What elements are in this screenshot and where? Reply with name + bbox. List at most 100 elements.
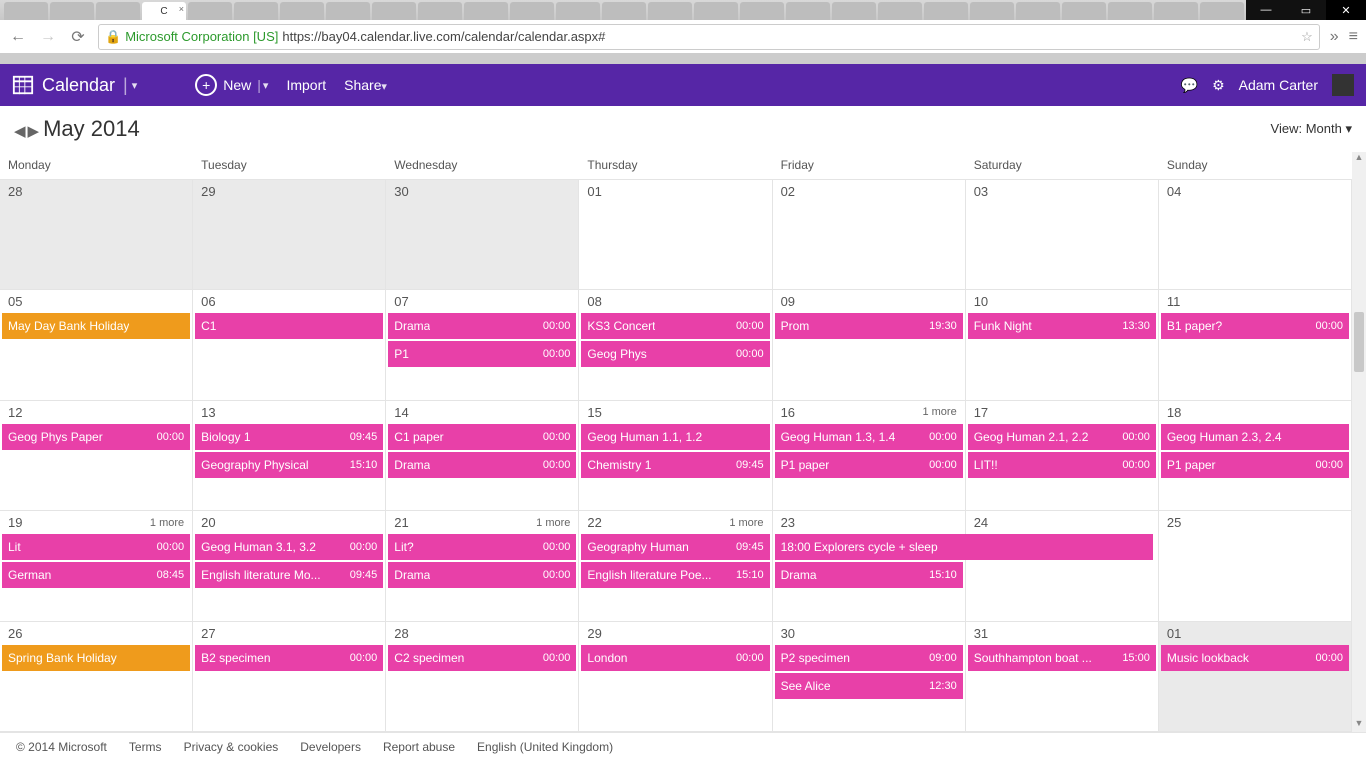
browser-tab[interactable]: [740, 2, 784, 20]
event[interactable]: C1: [195, 313, 383, 339]
chevron-down-icon[interactable]: ▾: [132, 79, 138, 92]
more-events-link[interactable]: 1 more: [150, 517, 184, 529]
calendar-cell[interactable]: 24: [966, 511, 1159, 621]
event[interactable]: Lit?00:00: [388, 534, 576, 560]
terms-link[interactable]: Terms: [129, 740, 162, 754]
event[interactable]: Geog Human 1.1, 1.2: [581, 424, 769, 450]
event[interactable]: P1 paper00:00: [775, 452, 963, 478]
event[interactable]: KS3 Concert00:00: [581, 313, 769, 339]
event[interactable]: P100:00: [388, 341, 576, 367]
calendar-cell[interactable]: 29: [193, 180, 386, 290]
calendar-cell[interactable]: 20Geog Human 3.1, 3.200:00English litera…: [193, 511, 386, 621]
calendar-cell[interactable]: 28: [0, 180, 193, 290]
developers-link[interactable]: Developers: [300, 740, 361, 754]
new-button[interactable]: + New | ▾: [195, 74, 268, 96]
event[interactable]: 18:00 Explorers cycle + sleep: [775, 534, 1153, 560]
browser-tab[interactable]: [694, 2, 738, 20]
calendar-cell[interactable]: 2318:00 Explorers cycle + sleepDrama15:1…: [773, 511, 966, 621]
event[interactable]: Drama00:00: [388, 452, 576, 478]
event[interactable]: Southhampton boat ...15:00: [968, 645, 1156, 671]
event[interactable]: Geog Human 2.3, 2.4: [1161, 424, 1349, 450]
user-name[interactable]: Adam Carter: [1239, 77, 1318, 93]
event[interactable]: P2 specimen09:00: [775, 645, 963, 671]
address-bar[interactable]: 🔒 Microsoft Corporation [US] https://bay…: [98, 24, 1320, 50]
forward-button[interactable]: →: [38, 27, 58, 47]
calendar-cell[interactable]: 14C1 paper00:00Drama00:00: [386, 401, 579, 511]
event[interactable]: Geography Human09:45: [581, 534, 769, 560]
vertical-scrollbar[interactable]: ▲ ▼: [1352, 152, 1366, 732]
chrome-menu-icon[interactable]: ≡: [1349, 28, 1358, 46]
calendar-cell[interactable]: 05May Day Bank Holiday: [0, 290, 193, 400]
back-button[interactable]: ←: [8, 27, 28, 47]
browser-tab[interactable]: [1016, 2, 1060, 20]
view-picker[interactable]: View: Month ▾: [1271, 121, 1352, 137]
calendar-cell[interactable]: 03: [966, 180, 1159, 290]
event[interactable]: Drama00:00: [388, 562, 576, 588]
bookmark-star-icon[interactable]: ☆: [1301, 29, 1313, 45]
browser-tab[interactable]: [96, 2, 140, 20]
browser-tab[interactable]: [556, 2, 600, 20]
close-button[interactable]: ✕: [1326, 0, 1366, 20]
calendar-cell[interactable]: 01Music lookback00:00: [1159, 622, 1352, 732]
browser-tab[interactable]: [786, 2, 830, 20]
scrollbar-thumb[interactable]: [1354, 312, 1364, 372]
event[interactable]: Chemistry 109:45: [581, 452, 769, 478]
browser-tab[interactable]: [1200, 2, 1244, 20]
next-month-button[interactable]: ▶: [28, 123, 40, 140]
privacy-link[interactable]: Privacy & cookies: [184, 740, 279, 754]
scroll-up-icon[interactable]: ▲: [1352, 152, 1366, 166]
calendar-cell[interactable]: 06C1: [193, 290, 386, 400]
calendar-cell[interactable]: 11B1 paper?00:00: [1159, 290, 1352, 400]
event[interactable]: Drama00:00: [388, 313, 576, 339]
browser-tab[interactable]: [648, 2, 692, 20]
event[interactable]: Prom19:30: [775, 313, 963, 339]
event[interactable]: English literature Poe...15:10: [581, 562, 769, 588]
event[interactable]: B1 paper?00:00: [1161, 313, 1349, 339]
import-button[interactable]: Import: [286, 77, 326, 93]
browser-tab[interactable]: [280, 2, 324, 20]
calendar-cell[interactable]: 27B2 specimen00:00: [193, 622, 386, 732]
calendar-cell[interactable]: 31Southhampton boat ...15:00: [966, 622, 1159, 732]
event[interactable]: Drama15:10: [775, 562, 963, 588]
browser-tab[interactable]: [4, 2, 48, 20]
chat-icon[interactable]: 💬: [1181, 77, 1198, 94]
event[interactable]: Geog Phys Paper00:00: [2, 424, 190, 450]
browser-tab[interactable]: [1062, 2, 1106, 20]
browser-tab[interactable]: [418, 2, 462, 20]
event[interactable]: Geog Human 1.3, 1.400:00: [775, 424, 963, 450]
calendar-cell[interactable]: 07Drama00:00P100:00: [386, 290, 579, 400]
event[interactable]: LIT!!00:00: [968, 452, 1156, 478]
browser-tab-active[interactable]: C ×: [142, 2, 186, 20]
browser-tab[interactable]: [326, 2, 370, 20]
browser-tab[interactable]: [602, 2, 646, 20]
app-title[interactable]: Calendar | ▾: [12, 74, 137, 96]
event[interactable]: Music lookback00:00: [1161, 645, 1349, 671]
event[interactable]: P1 paper00:00: [1161, 452, 1349, 478]
event[interactable]: C2 specimen00:00: [388, 645, 576, 671]
calendar-cell[interactable]: 30P2 specimen09:00See Alice12:30: [773, 622, 966, 732]
browser-tab[interactable]: [832, 2, 876, 20]
more-events-link[interactable]: 1 more: [922, 406, 956, 418]
browser-tab[interactable]: [50, 2, 94, 20]
browser-tab[interactable]: [510, 2, 554, 20]
calendar-cell[interactable]: 211 moreLit?00:00Drama00:00: [386, 511, 579, 621]
event[interactable]: Lit00:00: [2, 534, 190, 560]
scroll-down-icon[interactable]: ▼: [1352, 718, 1366, 732]
event[interactable]: Biology 109:45: [195, 424, 383, 450]
calendar-cell[interactable]: 15Geog Human 1.1, 1.2Chemistry 109:45: [579, 401, 772, 511]
report-abuse-link[interactable]: Report abuse: [383, 740, 455, 754]
prev-month-button[interactable]: ◀: [14, 123, 26, 140]
locale-link[interactable]: English (United Kingdom): [477, 740, 613, 754]
calendar-cell[interactable]: 09Prom19:30: [773, 290, 966, 400]
overflow-icon[interactable]: »: [1330, 28, 1339, 46]
calendar-cell[interactable]: 18Geog Human 2.3, 2.4P1 paper00:00: [1159, 401, 1352, 511]
event[interactable]: May Day Bank Holiday: [2, 313, 190, 339]
share-button[interactable]: Share ▾: [344, 77, 387, 93]
event[interactable]: London00:00: [581, 645, 769, 671]
calendar-cell[interactable]: 17Geog Human 2.1, 2.200:00LIT!!00:00: [966, 401, 1159, 511]
event[interactable]: Spring Bank Holiday: [2, 645, 190, 671]
calendar-cell[interactable]: 28C2 specimen00:00: [386, 622, 579, 732]
calendar-cell[interactable]: 02: [773, 180, 966, 290]
browser-tab[interactable]: [234, 2, 278, 20]
browser-tab[interactable]: [924, 2, 968, 20]
